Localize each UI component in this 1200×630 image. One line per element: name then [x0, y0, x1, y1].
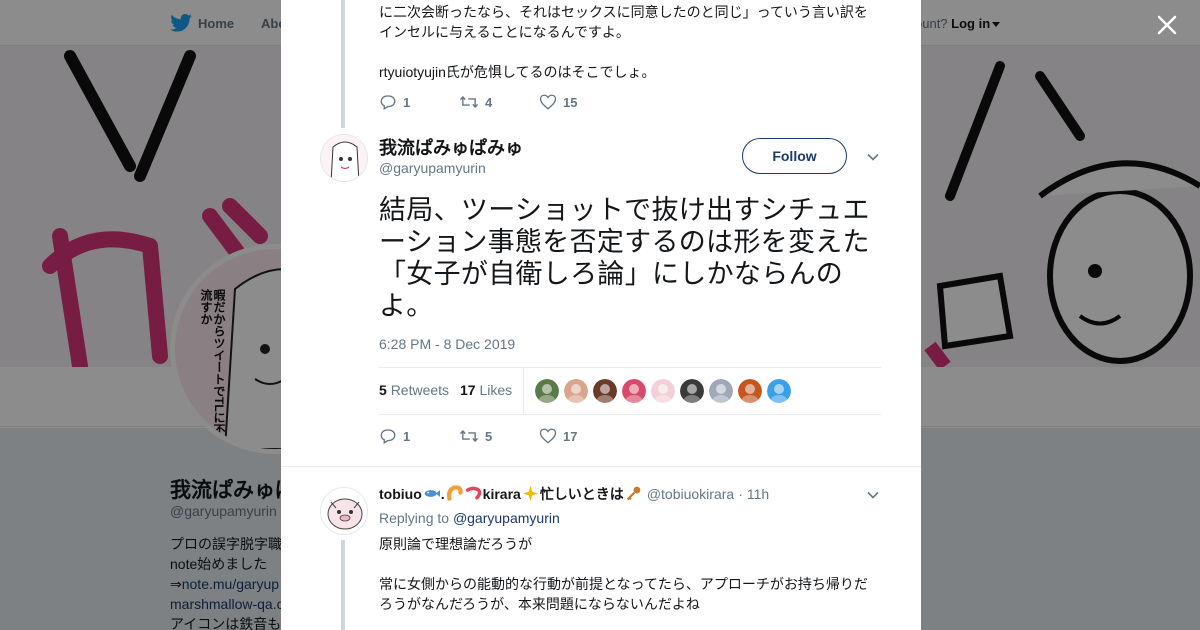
thread-line [341, 540, 345, 630]
tweet-text-line: に二次会断ったなら、それはセックスに同意したのと同じ」っていう言い訳を [379, 4, 868, 20]
liker-avatar[interactable] [738, 379, 762, 403]
like-stat-label: Likes [479, 382, 513, 398]
liker-avatar[interactable] [564, 379, 588, 403]
retweet-stat-label: Retweets [390, 382, 450, 398]
retweet-total: 5 [379, 382, 387, 398]
reply-tweet-text: 原則論で理想論だろうが 常に女側からの能動的な行動が前提となってたら、アプローチ… [379, 534, 879, 614]
liker-avatars [535, 379, 791, 403]
name-part: . [440, 486, 445, 502]
close-icon[interactable] [1152, 10, 1182, 40]
reply-header: tobiuo. kirara 忙しいときは @tobiuokirara · 11h [379, 484, 769, 504]
reply-count: 1 [403, 94, 411, 110]
sparkle-emoji-icon [522, 485, 538, 502]
author-display-name[interactable]: 我流ぱみゅぱみゅ [379, 134, 523, 160]
retweet-button[interactable]: 5 [459, 427, 539, 445]
shrimp-emoji-icon [465, 486, 481, 500]
reply-button[interactable]: 1 [379, 93, 459, 111]
name-part: 忙しいときは [539, 486, 624, 502]
reply-button[interactable]: 1 [379, 427, 459, 445]
reply-author-name[interactable]: tobiuo. kirara 忙しいときは [379, 484, 643, 504]
like-count: 15 [563, 94, 578, 110]
replying-to: Replying to @garyupamyurin [379, 510, 560, 526]
replying-to-label: Replying to [379, 510, 450, 526]
heart-icon [539, 428, 557, 444]
stats-divider [523, 368, 524, 414]
chevron-down-icon[interactable] [865, 487, 881, 503]
retweet-icon [459, 430, 479, 442]
like-count: 17 [563, 428, 578, 444]
likes-stat[interactable]: 17 Likes [460, 382, 512, 398]
tweet-text-line: 原則論で理想論だろうが [379, 536, 533, 552]
reply-time[interactable]: 11h [747, 486, 769, 502]
tweet-text-line: rtyuiotyujin氏が危惧してるのはそこでしょ。 [379, 64, 656, 80]
liker-avatar[interactable] [651, 379, 675, 403]
divider [281, 466, 921, 467]
replying-to-handle[interactable]: @garyupamyurin [453, 510, 560, 526]
main-tweet-text: 結局、ツーショットで抜け出すシチュエーション事態を否定するのは形を変えた「女子が… [379, 195, 870, 321]
tweet-modal: に二次会断ったなら、それはセックスに同意したのと同じ」っていう言い訳を インセル… [281, 0, 921, 630]
separator-dot: · [738, 486, 743, 502]
liker-avatar[interactable] [622, 379, 646, 403]
reply-count: 1 [403, 428, 411, 444]
retweet-count: 4 [485, 94, 493, 110]
previous-tweet-actions: 1 4 15 [379, 92, 619, 112]
liker-avatar[interactable] [767, 379, 791, 403]
liker-avatar[interactable] [593, 379, 617, 403]
reply-icon [380, 429, 396, 444]
tweet-text-line: インセルに与えることになるんですよ。 [379, 24, 630, 40]
like-button[interactable]: 17 [539, 427, 619, 445]
liker-avatar[interactable] [535, 379, 559, 403]
like-total: 17 [460, 382, 476, 398]
author-handle[interactable]: @garyupamyurin [379, 160, 486, 176]
retweet-icon [459, 96, 479, 108]
thread-line [341, 0, 345, 128]
name-part: tobiuo [379, 486, 422, 502]
reply-icon [380, 95, 396, 110]
chevron-down-icon[interactable] [865, 149, 881, 165]
main-tweet-actions: 1 5 17 [379, 426, 619, 446]
reply-author-avatar[interactable] [320, 487, 368, 535]
previous-tweet-text: に二次会断ったなら、それはセックスに同意したのと同じ」っていう言い訳を インセル… [379, 2, 879, 82]
tweet-stats: 5 Retweets 17 Likes [379, 367, 881, 415]
like-button[interactable]: 15 [539, 93, 619, 111]
tweet-text-line: ろうがなんだろうが、本来問題にならないんだよね [379, 596, 700, 612]
shrimp-tempura-emoji-icon [446, 485, 463, 501]
reply-author-handle[interactable]: @tobiuokirara [647, 486, 734, 502]
author-avatar[interactable] [320, 134, 368, 182]
heart-icon [539, 94, 557, 110]
retweet-count: 5 [485, 428, 493, 444]
name-part: kirara [482, 486, 521, 502]
tweet-text-line: 常に女側からの能動的な行動が前提となってたら、アプローチがお持ち帰りだ [379, 576, 868, 592]
key-emoji-icon [626, 486, 641, 501]
tweet-timestamp[interactable]: 6:28 PM - 8 Dec 2019 [379, 336, 515, 352]
liker-avatar[interactable] [680, 379, 704, 403]
retweets-stat[interactable]: 5 Retweets [379, 382, 449, 398]
fish-emoji-icon [424, 490, 440, 497]
retweet-button[interactable]: 4 [459, 93, 539, 111]
liker-avatar[interactable] [709, 379, 733, 403]
follow-button[interactable]: Follow [742, 138, 847, 174]
